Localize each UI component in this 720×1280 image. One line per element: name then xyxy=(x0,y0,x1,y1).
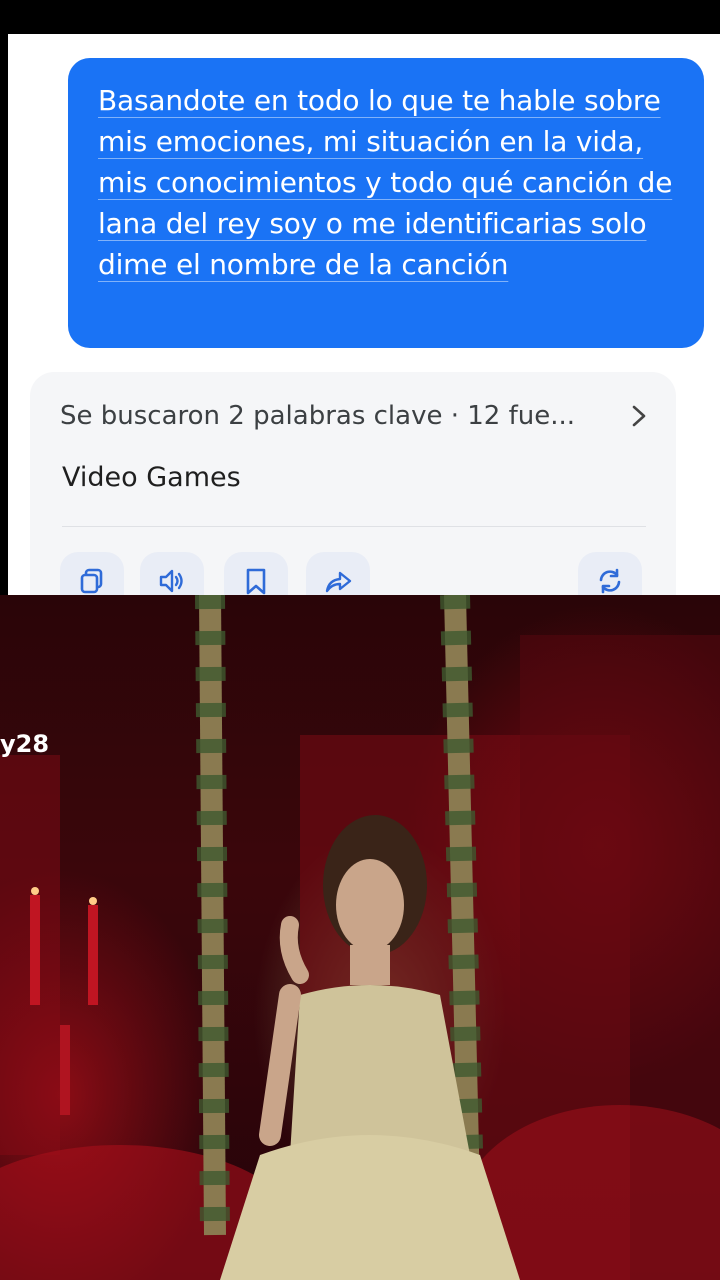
speaker-icon xyxy=(159,569,183,593)
stage-scene-image xyxy=(0,595,720,1280)
share-icon xyxy=(325,571,352,593)
user-message-text: Basandote en todo lo que te hable sobre … xyxy=(98,84,673,281)
chat-screenshot: Basandote en todo lo que te hable sobre … xyxy=(8,34,720,595)
video-watermark-text: y28 xyxy=(0,730,50,758)
share-button[interactable] xyxy=(306,552,370,595)
video-still: y28 xyxy=(0,595,720,1280)
divider xyxy=(62,526,646,527)
user-message-bubble: Basandote en todo lo que te hable sobre … xyxy=(68,58,704,348)
copy-icon xyxy=(80,568,103,594)
regenerate-button[interactable] xyxy=(578,552,642,595)
search-summary-text: Se buscaron 2 palabras clave · 12 fue... xyxy=(60,401,576,431)
copy-button[interactable] xyxy=(60,552,124,595)
bookmark-icon xyxy=(246,568,266,595)
read-aloud-button[interactable] xyxy=(140,552,204,595)
chevron-right-icon[interactable] xyxy=(626,402,652,430)
assistant-response-card: Se buscaron 2 palabras clave · 12 fue...… xyxy=(30,372,676,595)
search-summary-row[interactable]: Se buscaron 2 palabras clave · 12 fue... xyxy=(60,396,660,436)
top-black-bar xyxy=(0,0,720,34)
answer-text: Video Games xyxy=(62,462,241,493)
refresh-icon xyxy=(599,568,621,594)
bookmark-button[interactable] xyxy=(224,552,288,595)
